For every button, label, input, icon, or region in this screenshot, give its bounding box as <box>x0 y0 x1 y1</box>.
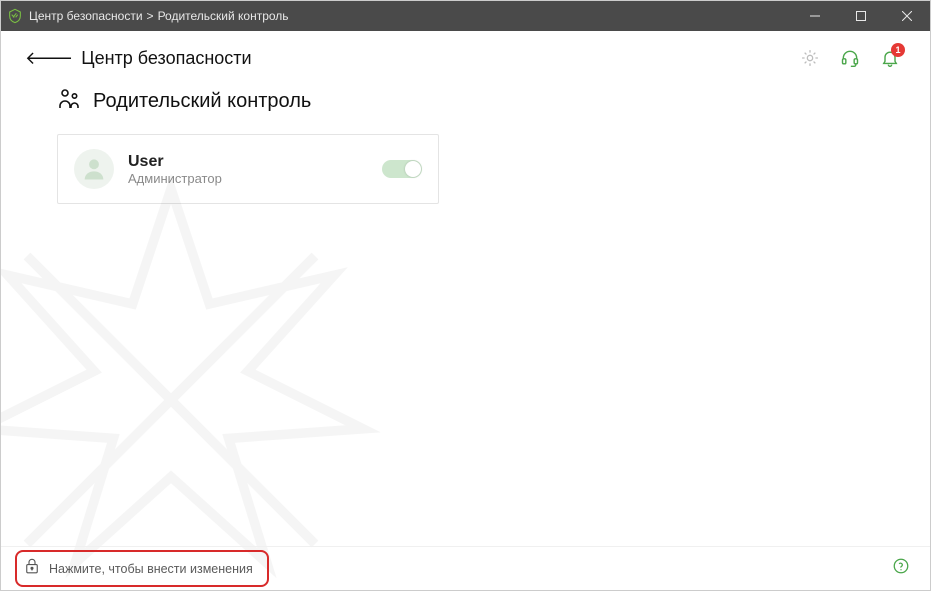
notifications-button[interactable]: 1 <box>880 48 900 68</box>
settings-button[interactable] <box>800 48 820 68</box>
user-toggle[interactable] <box>382 160 422 178</box>
unlock-label: Нажмите, чтобы внести изменения <box>49 562 253 576</box>
window-controls <box>792 1 930 31</box>
parental-control-icon <box>57 87 81 116</box>
support-button[interactable] <box>840 48 860 68</box>
user-card[interactable]: User Администратор <box>57 134 439 204</box>
breadcrumb-separator: > <box>147 9 154 23</box>
close-button[interactable] <box>884 1 930 31</box>
titlebar: Центр безопасности > Родительский контро… <box>1 1 930 31</box>
headset-icon <box>840 48 860 68</box>
gear-icon <box>800 48 820 68</box>
user-role: Администратор <box>128 171 368 186</box>
breadcrumb-current: Родительский контроль <box>158 9 289 23</box>
back-button[interactable]: 🡐 Центр безопасности <box>25 48 252 69</box>
page-title: Родительский контроль <box>93 90 311 113</box>
bottom-bar: Нажмите, чтобы внести изменения <box>1 546 930 590</box>
app-logo-icon <box>1 8 29 24</box>
unlock-button[interactable]: Нажмите, чтобы внести изменения <box>15 550 269 587</box>
avatar <box>74 149 114 189</box>
breadcrumb-root[interactable]: Центр безопасности <box>29 9 143 23</box>
back-label: Центр безопасности <box>81 48 251 69</box>
user-name: User <box>128 153 368 171</box>
toggle-knob <box>405 161 421 177</box>
help-icon <box>892 562 910 579</box>
watermark-logo <box>0 160 411 591</box>
page-heading: Родительский контроль <box>1 85 930 134</box>
lock-icon <box>23 557 41 580</box>
app-window: Центр безопасности > Родительский контро… <box>0 0 931 591</box>
maximize-button[interactable] <box>838 1 884 31</box>
back-arrow-icon: 🡐 <box>25 49 73 67</box>
minimize-button[interactable] <box>792 1 838 31</box>
notification-badge: 1 <box>891 43 905 57</box>
help-button[interactable] <box>892 557 910 580</box>
top-row: 🡐 Центр безопасности <box>1 31 930 85</box>
